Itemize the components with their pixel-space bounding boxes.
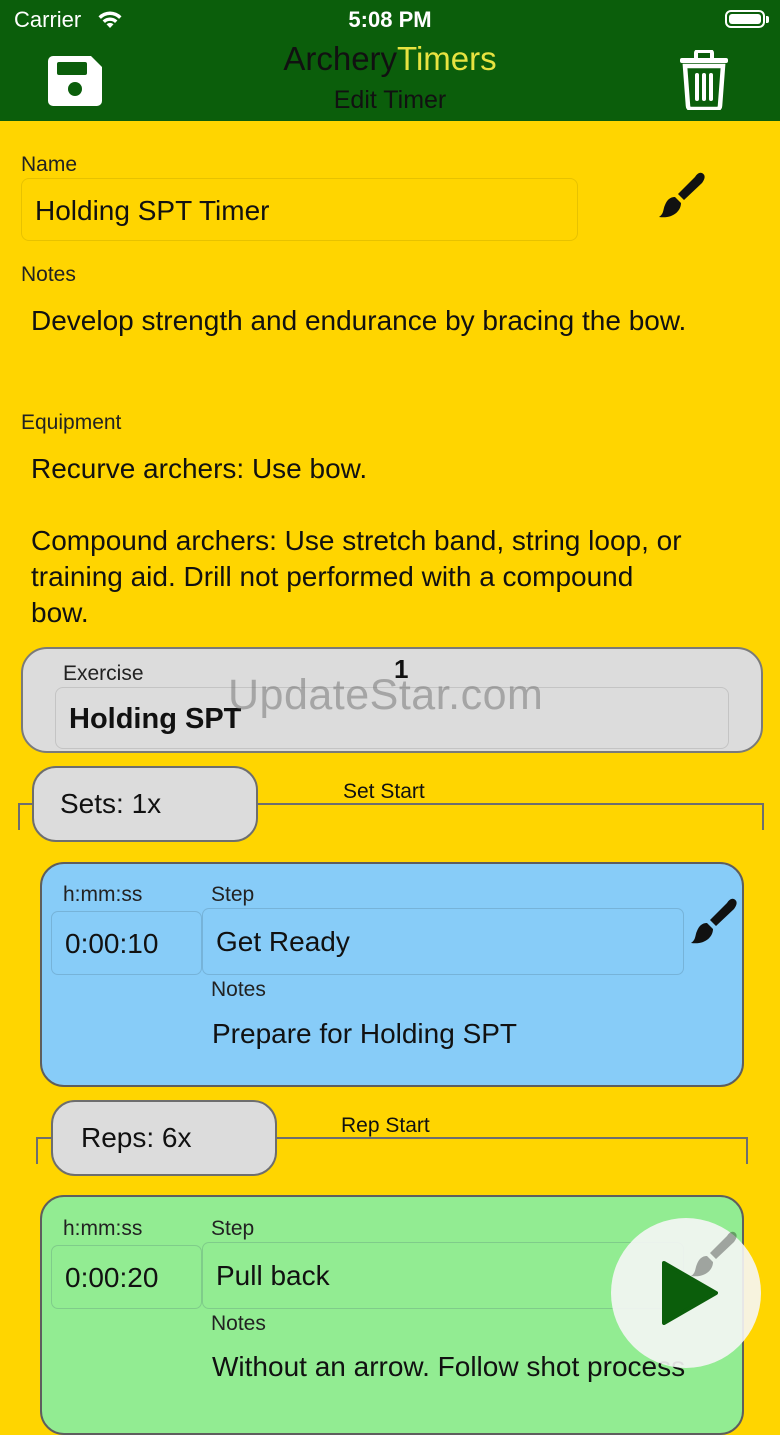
name-field[interactable]: Holding SPT Timer — [21, 178, 578, 241]
name-label: Name — [21, 153, 78, 176]
set-start-label: Set Start — [343, 780, 425, 803]
trash-icon[interactable] — [678, 50, 730, 110]
step-time-field[interactable]: 0:00:10 — [51, 911, 202, 975]
set-bracket-left — [18, 803, 20, 830]
paintbrush-icon[interactable] — [688, 896, 740, 948]
watermark: UpdateStar.com — [228, 671, 544, 719]
set-bracket-right — [762, 803, 764, 830]
step-time-label: h:mm:ss — [63, 883, 143, 906]
equipment-line[interactable]: Recurve archers: Use bow. — [31, 451, 367, 487]
exercise-label: Exercise — [63, 662, 144, 685]
step-notes-label: Notes — [211, 978, 266, 1001]
save-icon[interactable] — [48, 56, 102, 106]
app-title-part1: Archery — [283, 40, 398, 77]
rep-bracket-left-top — [36, 1137, 52, 1139]
set-bracket-line — [256, 803, 764, 805]
equipment-line[interactable]: bow. — [31, 595, 89, 631]
sets-button[interactable]: Sets: 1x — [32, 766, 258, 842]
battery-icon — [725, 10, 769, 28]
step-notes-label: Notes — [211, 1312, 266, 1335]
app-title-part2: Timers — [397, 40, 497, 77]
paintbrush-icon[interactable] — [656, 170, 708, 222]
step-time-label: h:mm:ss — [63, 1217, 143, 1240]
equipment-line[interactable]: Compound archers: Use stretch band, stri… — [31, 523, 682, 559]
page-subtitle: Edit Timer — [333, 86, 447, 114]
step-name-label: Step — [211, 1217, 255, 1240]
play-icon[interactable] — [660, 1261, 718, 1325]
notes-label: Notes — [21, 263, 76, 286]
app-title: ArcheryTimers — [0, 40, 780, 78]
equipment-line[interactable]: training aid. Drill not performed with a… — [31, 559, 633, 595]
status-time: 5:08 PM — [348, 7, 432, 32]
equipment-label: Equipment — [21, 411, 122, 434]
rep-start-label: Rep Start — [341, 1114, 430, 1137]
step-notes[interactable]: Prepare for Holding SPT — [212, 1018, 517, 1050]
step-name-field[interactable]: Get Ready — [202, 908, 684, 975]
reps-button[interactable]: Reps: 6x — [51, 1100, 277, 1176]
step-name-label: Step — [211, 883, 255, 906]
step-notes[interactable]: Without an arrow. Follow shot process — [212, 1351, 685, 1383]
step-time-field[interactable]: 0:00:20 — [51, 1245, 202, 1309]
rep-bracket-right — [746, 1137, 748, 1164]
rep-bracket-left — [36, 1137, 38, 1164]
notes-text[interactable]: Develop strength and endurance by bracin… — [31, 303, 686, 339]
